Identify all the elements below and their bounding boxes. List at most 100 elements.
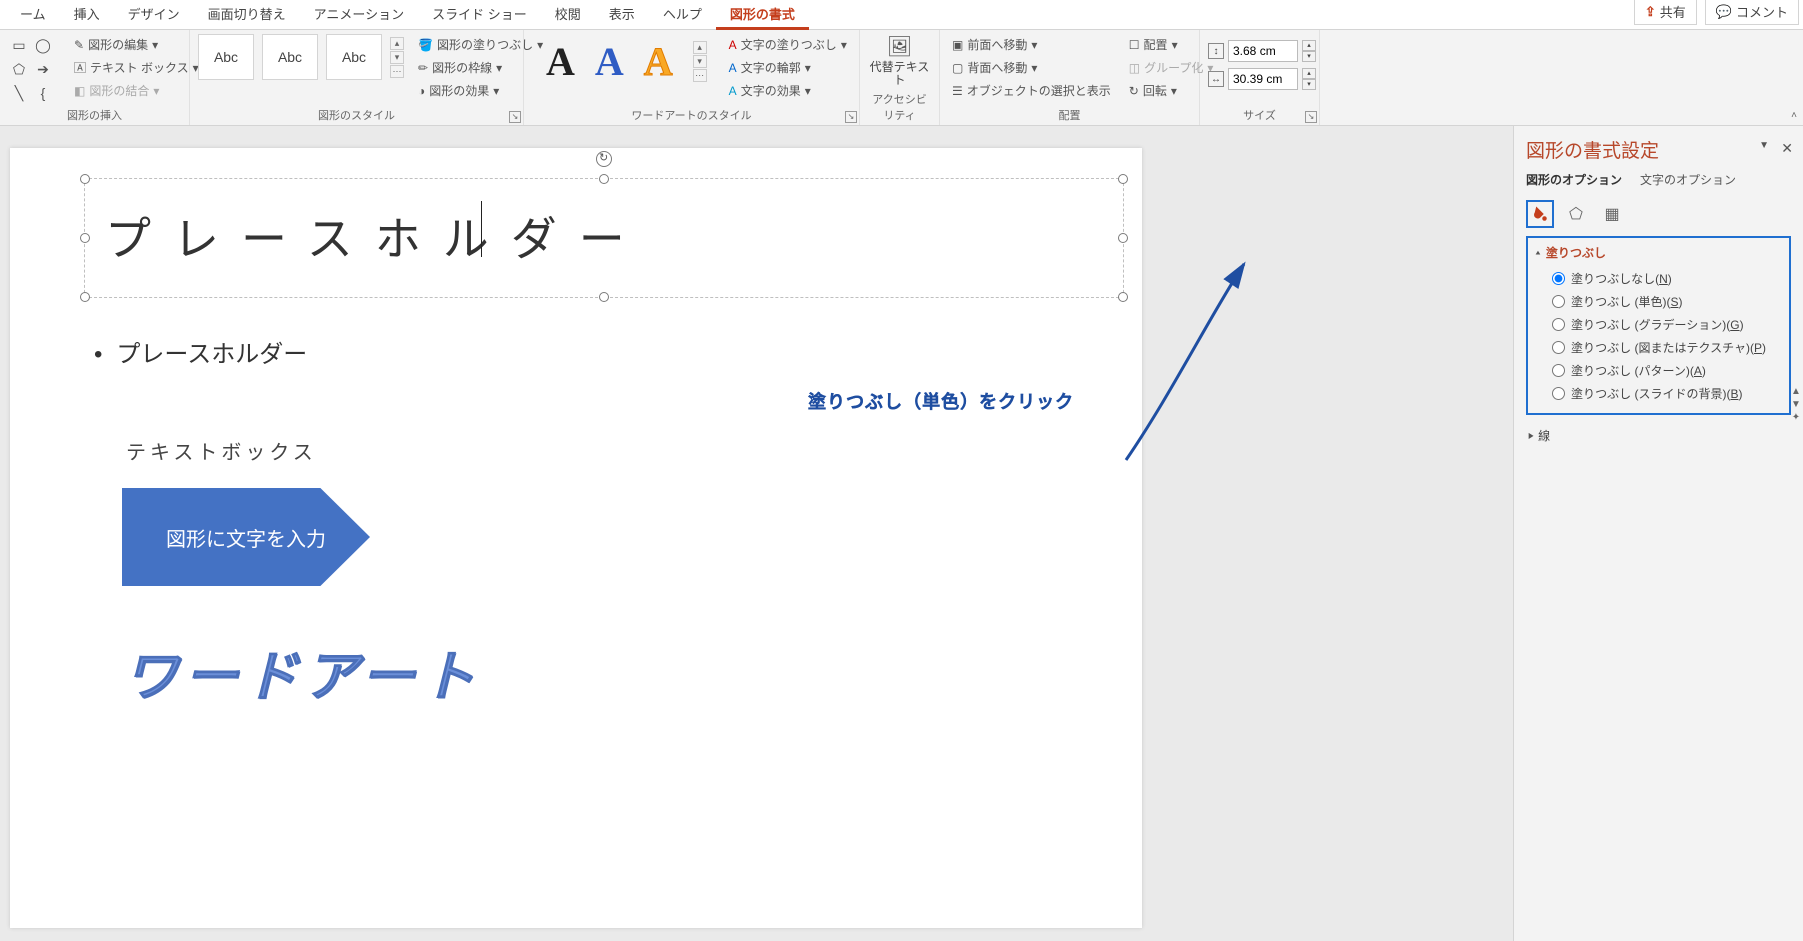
fill-picture-radio[interactable]: 塗りつぶし (図またはテクスチャ)(P) — [1534, 336, 1783, 359]
group-label-styles: 図形のスタイル — [198, 105, 515, 123]
comment-button[interactable]: 💬コメント — [1705, 0, 1799, 25]
fill-slide-bg-radio[interactable]: 塗りつぶし (スライドの背景)(B) — [1534, 382, 1783, 405]
fill-line-icon[interactable] — [1526, 200, 1554, 228]
tab-home[interactable]: ーム — [6, 0, 60, 29]
shape-effects-icon: ◑ — [418, 84, 425, 98]
align-icon: ☐ — [1129, 38, 1140, 52]
ribbon-collapse[interactable]: ˄ — [1791, 110, 1797, 121]
share-button[interactable]: ⇪共有 — [1634, 0, 1697, 25]
shape-styles-launcher[interactable]: ↘ — [509, 111, 521, 123]
tab-transitions[interactable]: 画面切り替え — [194, 0, 300, 29]
height-spinner[interactable]: ▴▾ — [1302, 40, 1316, 62]
tab-shape-format[interactable]: 図形の書式 — [716, 0, 809, 30]
textbox-label[interactable]: テキストボックス — [126, 436, 317, 465]
group-arrange: ▣前面へ移動 ▾ ▢背面へ移動 ▾ ☰オブジェクトの選択と表示 ☐配置 ▾ ◫グ… — [940, 30, 1200, 125]
effects-icon[interactable]: ⬠ — [1562, 200, 1590, 228]
menu-bar: ーム 挿入 デザイン 画面切り替え アニメーション スライド ショー 校閲 表示… — [0, 0, 1803, 30]
size-properties-icon[interactable]: ▦ — [1598, 200, 1626, 228]
text-outline-icon: A — [729, 61, 737, 75]
fill-section-highlight: 塗りつぶし 塗りつぶしなし(N) 塗りつぶし (単色)(S) 塗りつぶし (グラ… — [1526, 236, 1791, 415]
tab-slideshow[interactable]: スライド ショー — [418, 0, 541, 29]
selection-pane-button[interactable]: ☰オブジェクトの選択と表示 — [948, 80, 1115, 101]
text-caret — [481, 201, 482, 257]
wordart-text[interactable]: ワードアート — [124, 632, 481, 711]
pane-tabs: 図形のオプション 文字のオプション — [1526, 171, 1791, 192]
pane-scroll-buttons[interactable]: ▲▼✦ — [1787, 386, 1803, 423]
group-accessibility: 🖼 代替テキスト アクセシビリティ — [860, 30, 940, 125]
resize-handle-br[interactable] — [1118, 292, 1128, 302]
tab-animations[interactable]: アニメーション — [300, 0, 418, 29]
pane-category-icons: ⬠ ▦ — [1526, 200, 1791, 228]
format-shape-pane: 図形の書式設定 ▼ ✕ 図形のオプション 文字のオプション ⬠ ▦ 塗りつぶし … — [1513, 126, 1803, 941]
group-label-arrange: 配置 — [948, 105, 1191, 123]
line-section-header[interactable]: 線 — [1526, 423, 1791, 448]
style-thumb-3[interactable]: Abc — [326, 34, 382, 80]
height-icon: ↕ — [1208, 43, 1224, 59]
rotate-icon: ↻ — [1129, 84, 1139, 98]
gallery-more[interactable]: ▴▾⋯ — [390, 37, 404, 78]
send-backward-button[interactable]: ▢背面へ移動 ▾ — [948, 57, 1115, 78]
tab-view[interactable]: 表示 — [595, 0, 649, 29]
wordart-thumb-1[interactable]: A — [546, 38, 575, 85]
slide-canvas[interactable]: プレースホルダー プレースホルダー テキストボックス 図形に文字を入力 ワードア… — [0, 126, 1513, 941]
fill-pattern-radio[interactable]: 塗りつぶし (パターン)(A) — [1534, 359, 1783, 382]
tab-review[interactable]: 校閲 — [541, 0, 595, 29]
pane-tab-shape[interactable]: 図形のオプション — [1526, 171, 1622, 192]
wordart-launcher[interactable]: ↘ — [845, 111, 857, 123]
bring-forward-button[interactable]: ▣前面へ移動 ▾ — [948, 34, 1115, 55]
wordart-gallery-more[interactable]: ▴▾⋯ — [693, 41, 707, 82]
tab-design[interactable]: デザイン — [114, 0, 194, 29]
shape-gallery[interactable]: ▭◯ ⬠➔ ╲{ — [8, 34, 54, 104]
text-outline-button[interactable]: A文字の輪郭 ▾ — [725, 57, 851, 78]
alt-text-icon: 🖼 — [887, 34, 912, 59]
width-spinner[interactable]: ▴▾ — [1302, 68, 1316, 90]
pane-tab-text[interactable]: 文字のオプション — [1640, 171, 1736, 192]
group-label-size: サイズ — [1208, 105, 1311, 123]
tab-insert[interactable]: 挿入 — [60, 0, 114, 29]
shape-fill-icon: 🪣 — [418, 38, 433, 52]
share-icon: ⇪ — [1645, 4, 1656, 20]
group-insert-shapes: ▭◯ ⬠➔ ╲{ ✎図形の編集 ▾ 🄰テキスト ボックス ▾ ◧図形の結合 ▾ … — [0, 30, 190, 125]
selection-pane-icon: ☰ — [952, 84, 963, 98]
shape-style-gallery[interactable]: Abc Abc Abc ▴▾⋯ — [198, 34, 404, 80]
text-effects-button[interactable]: A文字の効果 ▾ — [725, 80, 851, 101]
width-icon: ↔ — [1208, 71, 1224, 87]
size-launcher[interactable]: ↘ — [1305, 111, 1317, 123]
comment-icon: 💬 — [1716, 4, 1732, 20]
title-placeholder[interactable]: プレースホルダー — [84, 178, 1124, 298]
resize-handle-bl[interactable] — [80, 292, 90, 302]
style-thumb-1[interactable]: Abc — [198, 34, 254, 80]
fill-section-header[interactable]: 塗りつぶし — [1534, 244, 1783, 261]
width-input[interactable] — [1228, 68, 1298, 90]
tab-help[interactable]: ヘルプ — [649, 0, 716, 29]
group-wordart-styles: A A A ▴▾⋯ A文字の塗りつぶし ▾ A文字の輪郭 ▾ A文字の効果 ▾ … — [524, 30, 860, 125]
wordart-gallery[interactable]: A A A ▴▾⋯ — [532, 34, 721, 89]
pane-close[interactable]: ✕ — [1781, 140, 1793, 157]
send-backward-icon: ▢ — [952, 61, 963, 75]
arrow-shape[interactable]: 図形に文字を入力 — [122, 488, 370, 586]
text-box-button[interactable]: 🄰テキスト ボックス ▾ — [70, 57, 203, 78]
slide: プレースホルダー プレースホルダー テキストボックス 図形に文字を入力 ワードア… — [10, 148, 1142, 928]
edit-shape-button[interactable]: ✎図形の編集 ▾ — [70, 34, 203, 55]
group-size: ↕ ▴▾ ↔ ▴▾ サイズ ↘ — [1200, 30, 1320, 125]
rotate-handle[interactable] — [596, 151, 612, 167]
merge-shapes-icon: ◧ — [74, 84, 85, 98]
title-text[interactable]: プレースホルダー — [85, 179, 1123, 293]
resize-handle-b[interactable] — [599, 292, 609, 302]
wordart-thumb-2[interactable]: A — [595, 38, 624, 85]
alt-text-button[interactable]: 🖼 代替テキスト — [869, 34, 931, 87]
fill-gradient-radio[interactable]: 塗りつぶし (グラデーション)(G) — [1534, 313, 1783, 336]
pane-options-dropdown[interactable]: ▼ — [1759, 140, 1769, 151]
fill-solid-radio[interactable]: 塗りつぶし (単色)(S) — [1534, 290, 1783, 313]
height-input[interactable] — [1228, 40, 1298, 62]
bring-forward-icon: ▣ — [952, 38, 963, 52]
edit-shape-icon: ✎ — [74, 38, 84, 52]
wordart-thumb-3[interactable]: A — [644, 38, 673, 85]
text-effects-icon: A — [729, 84, 737, 98]
body-bullet[interactable]: プレースホルダー — [94, 334, 307, 369]
fill-none-radio[interactable]: 塗りつぶしなし(N) — [1534, 267, 1783, 290]
style-thumb-2[interactable]: Abc — [262, 34, 318, 80]
group-shape-styles: Abc Abc Abc ▴▾⋯ 🪣図形の塗りつぶし ▾ ✏図形の枠線 ▾ ◑図形… — [190, 30, 524, 125]
text-fill-button[interactable]: A文字の塗りつぶし ▾ — [725, 34, 851, 55]
annotation-text: 塗りつぶし（単色）をクリック — [808, 388, 1074, 414]
